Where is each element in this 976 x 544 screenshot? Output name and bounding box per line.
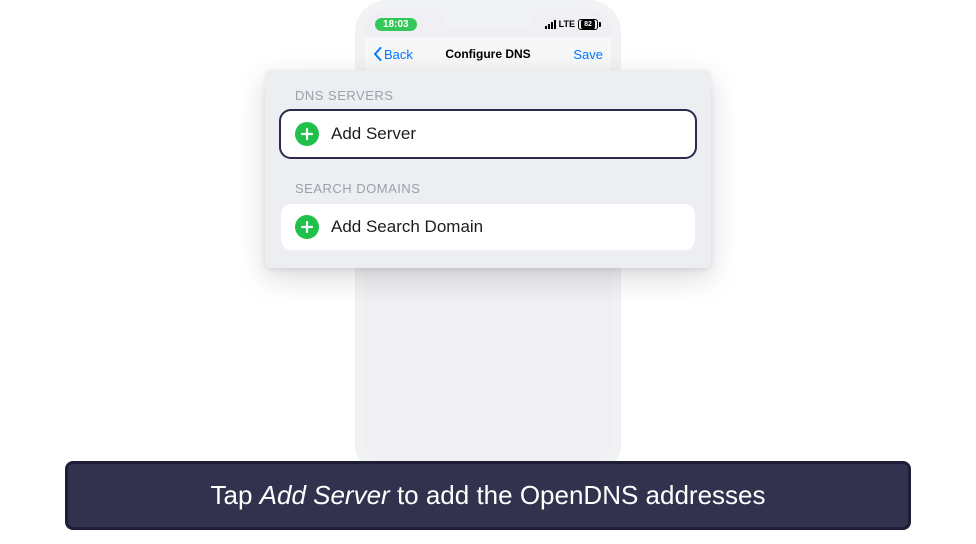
add-server-row[interactable]: Add Server xyxy=(281,111,695,157)
dns-popover: DNS SERVERS Add Server SEARCH DOMAINS Ad… xyxy=(265,70,711,268)
status-right: LTE 82 xyxy=(545,19,601,30)
battery-level: 82 xyxy=(581,20,596,29)
instruction-caption: Tap Add Server to add the OpenDNS addres… xyxy=(65,461,911,530)
chevron-left-icon xyxy=(373,47,383,61)
phone-notch xyxy=(442,10,534,28)
caption-suffix: to add the OpenDNS addresses xyxy=(390,480,766,510)
battery-icon: 82 xyxy=(578,19,601,30)
back-button[interactable]: Back xyxy=(373,47,413,62)
add-server-label: Add Server xyxy=(331,124,416,144)
add-icon xyxy=(295,122,319,146)
network-label: LTE xyxy=(559,19,575,29)
dns-servers-header: DNS SERVERS xyxy=(281,82,695,111)
search-domains-header: SEARCH DOMAINS xyxy=(281,175,695,204)
status-time: 18:03 xyxy=(375,18,417,31)
page-title: Configure DNS xyxy=(445,47,530,61)
back-label: Back xyxy=(384,47,413,62)
caption-emphasis: Add Server xyxy=(260,480,390,510)
nav-bar: Back Configure DNS Save xyxy=(365,38,611,70)
add-icon xyxy=(295,215,319,239)
save-button[interactable]: Save xyxy=(573,47,603,62)
caption-prefix: Tap xyxy=(210,480,259,510)
signal-icon xyxy=(545,20,556,29)
add-search-domain-label: Add Search Domain xyxy=(331,217,483,237)
add-search-domain-row[interactable]: Add Search Domain xyxy=(281,204,695,250)
